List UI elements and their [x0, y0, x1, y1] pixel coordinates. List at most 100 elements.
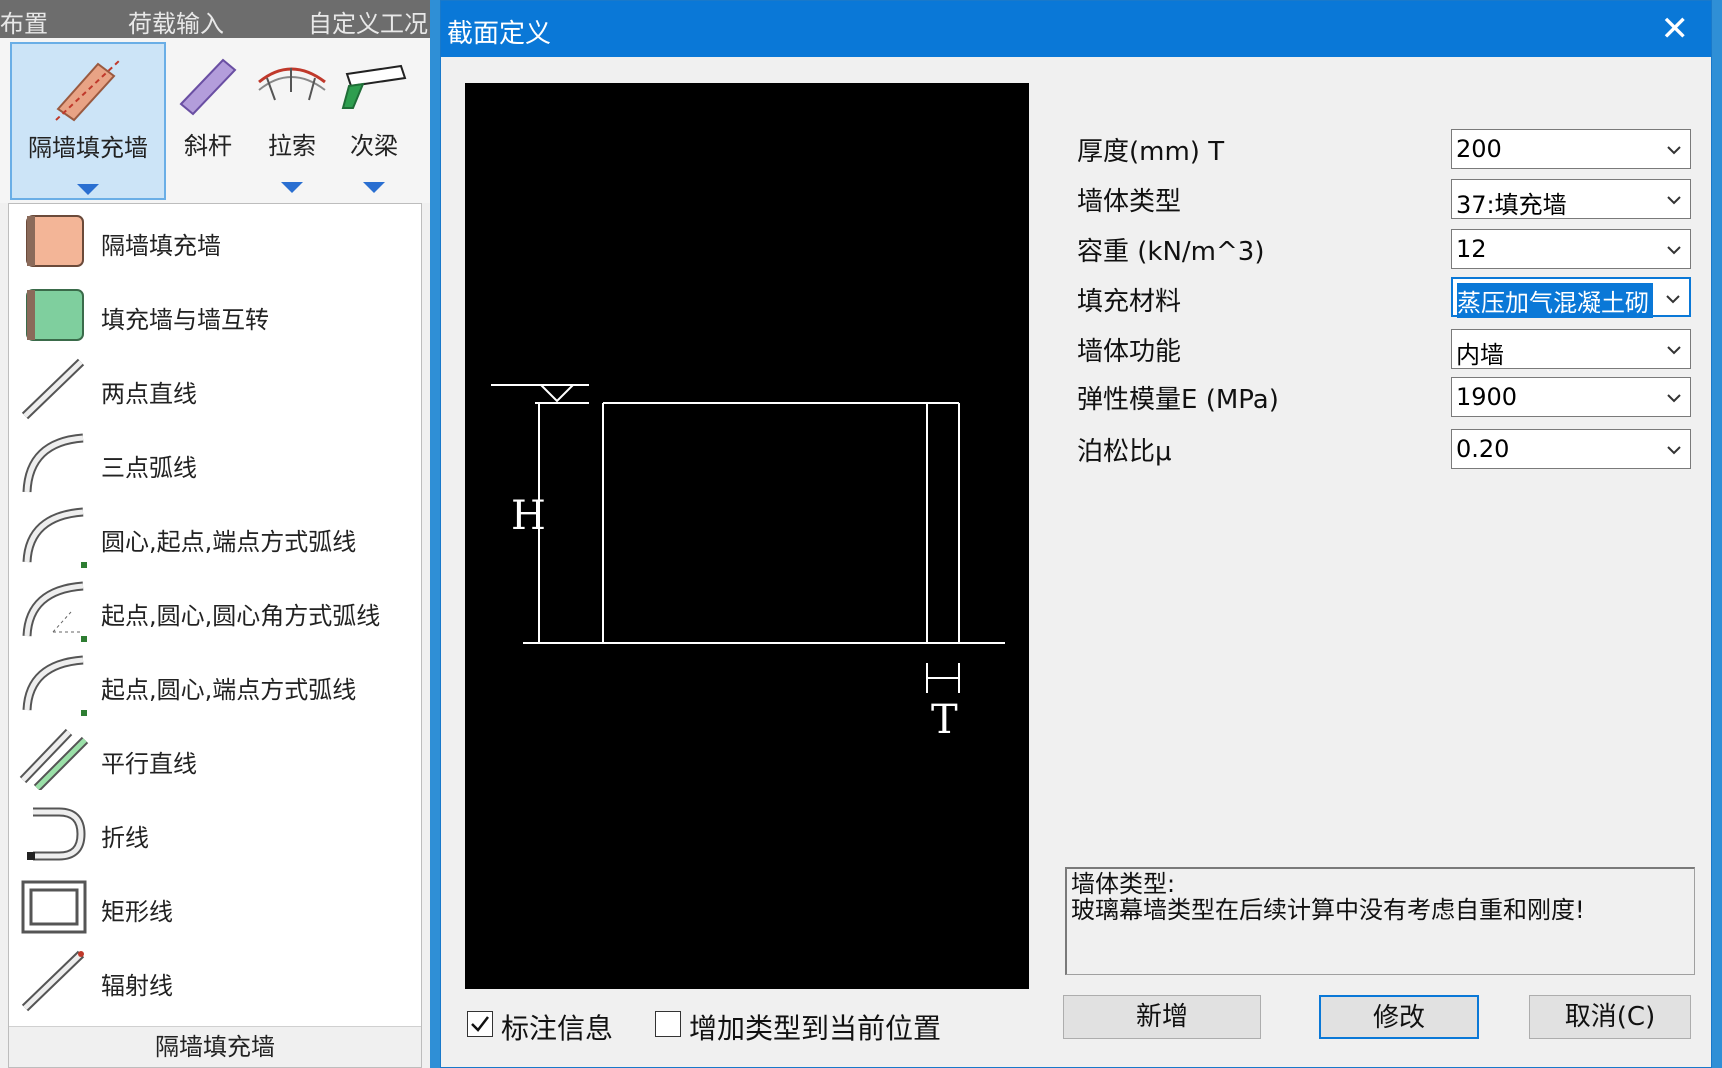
dd-item-parallel-line[interactable]: 平行直线: [9, 722, 421, 796]
section-definition-dialog: 截面定义 ✕ H T 厚度(mm) T 200 墙体类型 37:填充墙 容重 (…: [440, 0, 1712, 1068]
two-point-line-icon: [19, 358, 91, 420]
dd-item-start-center-end-arc[interactable]: 起点,圆心,端点方式弧线: [9, 648, 421, 722]
unit-weight-value: 12: [1456, 235, 1487, 263]
wall-type-select[interactable]: 37:填充墙: [1451, 179, 1691, 219]
chevron-down-icon: [1667, 346, 1681, 355]
dd-item-partition-wall[interactable]: 隔墙填充墙: [9, 204, 421, 278]
dropdown-footer-title: 隔墙填充墙: [9, 1026, 421, 1067]
label-poisson-ratio: 泊松比μ: [1077, 437, 1172, 467]
dialog-titlebar[interactable]: 截面定义 ✕: [441, 1, 1711, 57]
dd-item-label: 三点弧线: [101, 454, 197, 482]
chevron-down-icon: [1667, 146, 1681, 155]
wall-type-value: 37:填充墙: [1456, 191, 1567, 219]
chevron-down-icon: [1667, 446, 1681, 455]
label-elastic-modulus: 弹性模量E (MPa): [1077, 385, 1279, 415]
menu-item-custom-case[interactable]: 自定义工况: [308, 4, 428, 39]
ribbon-cable-label: 拉索: [268, 132, 316, 160]
center-start-end-arc-icon: [19, 506, 91, 568]
preview-label-t: T: [931, 697, 958, 743]
dropdown-arrow-icon[interactable]: [363, 182, 385, 193]
polyline-icon: [19, 802, 91, 864]
dd-item-center-start-end-arc[interactable]: 圆心,起点,端点方式弧线: [9, 500, 421, 574]
label-wall-function: 墙体功能: [1077, 337, 1182, 367]
add-type-label[interactable]: 增加类型到当前位置: [689, 1007, 941, 1047]
fill-material-select[interactable]: 蒸压加气混凝土砌: [1451, 277, 1691, 318]
dd-item-label: 折线: [101, 824, 149, 852]
annotation-info-checkbox[interactable]: [467, 1011, 493, 1037]
menubar: 布置 荷载输入 自定义工况: [0, 0, 430, 38]
dd-item-radial-line[interactable]: 辐射线: [9, 944, 421, 1018]
dropdown-arrow-icon[interactable]: [281, 182, 303, 193]
thickness-select[interactable]: 200: [1451, 129, 1691, 169]
elastic-modulus-value: 1900: [1456, 383, 1518, 411]
chevron-down-icon: [1667, 246, 1681, 255]
dd-item-three-point-arc[interactable]: 三点弧线: [9, 426, 421, 500]
close-icon[interactable]: ✕: [1661, 9, 1690, 49]
ribbon-secondary-beam-button[interactable]: 次梁: [336, 42, 412, 200]
dd-item-label: 隔墙填充墙: [101, 232, 221, 260]
ribbon-cable-button[interactable]: 拉索: [252, 42, 332, 200]
label-unit-weight: 容重 (kN/m^3): [1077, 237, 1265, 267]
dd-item-wall-convert[interactable]: 填充墙与墙互转: [9, 278, 421, 352]
label-fill-material: 填充材料: [1077, 287, 1182, 317]
dd-item-label: 平行直线: [101, 750, 197, 778]
elastic-modulus-select[interactable]: 1900: [1451, 377, 1691, 417]
add-button[interactable]: 新增: [1063, 995, 1261, 1039]
label-thickness: 厚度(mm) T: [1077, 137, 1225, 167]
partition-wall-block-icon: [19, 210, 91, 272]
dialog-title: 截面定义: [447, 19, 552, 49]
wall-function-select[interactable]: 内墙: [1451, 329, 1691, 369]
dropdown-arrow-icon[interactable]: [77, 184, 99, 195]
start-center-angle-arc-icon: [19, 580, 91, 642]
dd-item-label: 两点直线: [101, 380, 197, 408]
add-type-checkbox[interactable]: [655, 1011, 681, 1037]
poisson-ratio-select[interactable]: 0.20: [1451, 429, 1691, 469]
modify-button[interactable]: 修改: [1319, 995, 1479, 1039]
ribbon-diagonal-bar-label: 斜杆: [184, 132, 232, 160]
start-center-end-arc-icon: [19, 654, 91, 716]
dd-item-label: 起点,圆心,圆心角方式弧线: [101, 602, 381, 630]
dd-item-label: 填充墙与墙互转: [101, 306, 269, 334]
ribbon-partition-wall-label: 隔墙填充墙: [28, 134, 148, 162]
chevron-down-icon: [1667, 196, 1681, 205]
ribbon-panel: 布置 荷载输入 自定义工况 隔墙填充墙 斜杆 拉索 次梁 隔墙填充墙 填充墙与墙…: [0, 0, 430, 1068]
cancel-button[interactable]: 取消(C): [1529, 995, 1691, 1039]
radial-line-icon: [19, 950, 91, 1012]
ribbon-secondary-beam-label: 次梁: [350, 132, 398, 160]
preview-label-h: H: [511, 493, 546, 539]
dd-item-start-center-angle-arc[interactable]: 起点,圆心,圆心角方式弧线: [9, 574, 421, 648]
wall-function-value: 内墙: [1456, 341, 1504, 369]
unit-weight-select[interactable]: 12: [1451, 229, 1691, 269]
info-textbox: 墙体类型: 玻璃幕墙类型在后续计算中没有考虑自重和刚度!: [1065, 867, 1695, 975]
cable-icon: [255, 52, 329, 128]
ribbon-partition-wall-button[interactable]: 隔墙填充墙: [10, 42, 166, 200]
menu-item-load-input[interactable]: 荷载输入: [128, 4, 224, 39]
dd-item-two-point-line[interactable]: 两点直线: [9, 352, 421, 426]
partition-wall-icon: [48, 54, 128, 130]
parallel-line-icon: [19, 728, 91, 792]
poisson-ratio-value: 0.20: [1456, 435, 1510, 463]
thickness-value: 200: [1456, 135, 1502, 163]
secondary-beam-icon: [339, 52, 409, 128]
wall-convert-icon: [19, 284, 91, 346]
info-line-2: 玻璃幕墙类型在后续计算中没有考虑自重和刚度!: [1071, 896, 1585, 924]
label-wall-type: 墙体类型: [1077, 187, 1182, 217]
three-point-arc-icon: [19, 432, 91, 494]
fill-material-value: 蒸压加气混凝土砌: [1457, 283, 1653, 318]
dd-item-polyline[interactable]: 折线: [9, 796, 421, 870]
partition-wall-dropdown-menu: 隔墙填充墙 填充墙与墙互转 两点直线 三点弧线 圆心,起点,端点方式弧线 起点,…: [8, 203, 422, 1068]
info-line-1: 墙体类型:: [1071, 870, 1176, 898]
rectangle-line-icon: [19, 876, 91, 938]
ribbon-diagonal-bar-button[interactable]: 斜杆: [170, 42, 246, 200]
chevron-down-icon: [1667, 394, 1681, 403]
section-drawing: H T: [491, 384, 1005, 743]
dd-item-label: 圆心,起点,端点方式弧线: [101, 528, 357, 556]
annotation-info-label[interactable]: 标注信息: [501, 1007, 613, 1047]
menu-item-layout[interactable]: 布置: [0, 4, 48, 39]
dd-item-label: 辐射线: [101, 972, 173, 1000]
ribbon-toolbar: 隔墙填充墙 斜杆 拉索 次梁: [0, 38, 430, 203]
dd-item-label: 矩形线: [101, 898, 173, 926]
section-preview-canvas: H T: [465, 83, 1029, 989]
checkmark-icon: [471, 1016, 489, 1032]
dd-item-rectangle-line[interactable]: 矩形线: [9, 870, 421, 944]
